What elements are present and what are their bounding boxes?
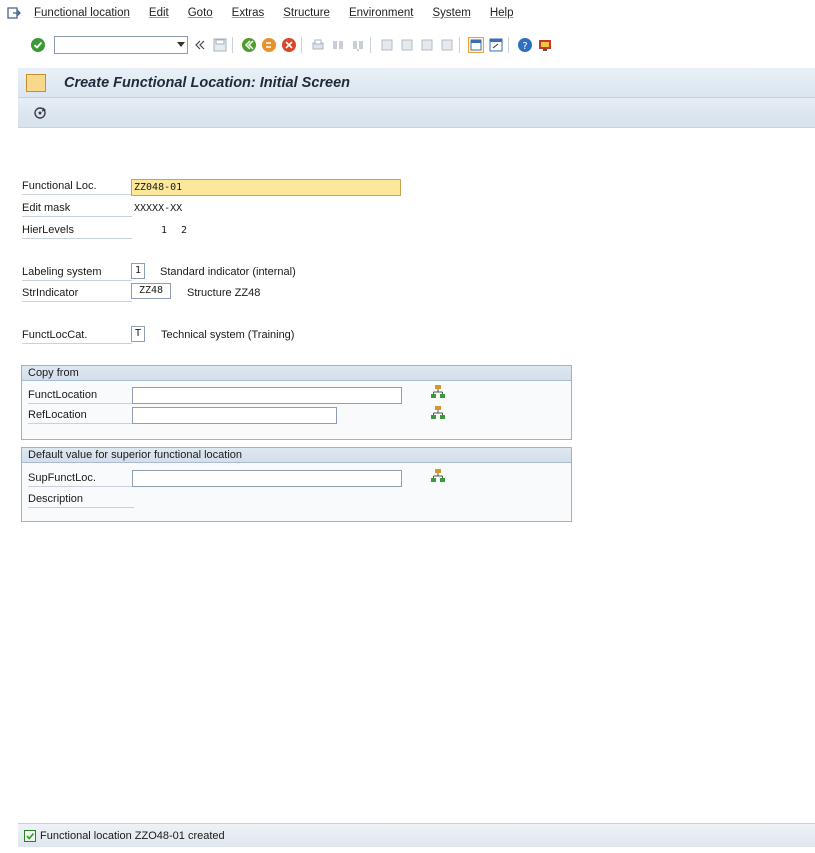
toolbar-separator [508,37,509,53]
success-check-icon [24,829,36,842]
funct-loc-cat-input[interactable]: T [131,326,145,342]
menu-edit[interactable]: Edit [149,7,169,19]
functional-loc-label: Functional Loc. [22,180,132,195]
sup-funct-loc-input[interactable] [132,470,402,487]
str-indicator-label: StrIndicator [22,287,132,302]
menu-system[interactable]: System [433,7,471,19]
copy-from-heading: Copy from [22,366,571,381]
toolbar-separator [459,37,460,53]
copy-from-group: Copy from FunctLocation RefLocation [21,365,572,440]
command-field[interactable] [54,36,188,54]
sup-funct-loc-label: SupFunctLoc. [28,472,134,487]
menu-extras[interactable]: Extras [232,7,265,19]
funct-location-input[interactable] [132,387,402,404]
str-indicator-input[interactable]: ZZ48 [131,283,171,299]
customize-layout-icon[interactable] [537,37,553,53]
labeling-system-input[interactable]: 1 [131,263,145,279]
standard-toolbar: ? [0,30,815,60]
cancel-icon[interactable] [281,37,297,53]
last-page-icon[interactable] [439,37,455,53]
enter-check-icon[interactable] [30,37,46,53]
funct-loc-cat-label: FunctLocCat. [22,329,132,344]
collapse-command-icon[interactable] [192,37,208,53]
menu-functional-location[interactable]: Functional location [34,7,130,19]
exit-icon[interactable] [261,37,277,53]
svg-text:?: ? [522,41,527,52]
description-label: Description [28,493,134,508]
funct-loc-cat-text: Technical system (Training) [161,329,295,341]
find-next-icon[interactable] [350,37,366,53]
refresh-structure-icon[interactable] [32,105,48,121]
menu-environment[interactable]: Environment [349,7,414,19]
menu-structure[interactable]: Structure [283,7,330,19]
toolbar-separator [301,37,302,53]
edit-mask-label: Edit mask [22,202,132,217]
labeling-system-text: Standard indicator (internal) [160,266,296,278]
labeling-system-label: Labeling system [22,266,132,281]
screen-title-bar: Create Functional Location: Initial Scre… [18,68,815,98]
hier-levels-label: HierLevels [22,224,132,239]
toolbar-separator [370,37,371,53]
menu-help[interactable]: Help [490,7,514,19]
menu-goto[interactable]: Goto [188,7,213,19]
edit-mask-value: XXXXX-XX [134,203,183,214]
funct-location-label: FunctLocation [28,389,134,404]
menu-layout-icon[interactable] [26,73,46,92]
print-icon[interactable] [310,37,326,53]
menu-exit-icon[interactable] [6,6,22,20]
hierarchy-icon[interactable] [430,384,446,400]
status-message[interactable]: Functional location ZZO48-01 created [40,830,225,842]
initial-screen-form: Functional Loc. ZZ048-01 Edit mask XXXXX… [18,128,815,823]
save-icon[interactable] [212,37,228,53]
toolbar-separator [232,37,233,53]
superior-location-heading: Default value for superior functional lo… [22,448,571,463]
ref-location-input[interactable] [132,407,337,424]
functional-loc-input[interactable]: ZZ048-01 [131,179,401,196]
new-session-icon[interactable] [468,37,484,53]
hier-level-1: 1 [161,225,168,236]
help-icon[interactable]: ? [517,37,533,53]
find-icon[interactable] [330,37,346,53]
command-dropdown-icon[interactable] [177,42,185,47]
hierarchy-icon[interactable] [430,405,446,421]
menu-bar: Functional location Edit Goto Extras Str… [0,0,815,26]
application-toolbar [18,98,815,128]
ref-location-label: RefLocation [28,409,134,424]
shortcut-icon[interactable] [488,37,504,53]
superior-location-group: Default value for superior functional lo… [21,447,572,522]
hierarchy-icon[interactable] [430,468,446,484]
page-title: Create Functional Location: Initial Scre… [64,74,351,91]
str-indicator-text: Structure ZZ48 [187,287,261,299]
back-icon[interactable] [241,37,257,53]
next-page-icon[interactable] [419,37,435,53]
window-left-margin [0,60,18,853]
hier-level-2: 2 [181,225,188,236]
first-page-icon[interactable] [379,37,395,53]
previous-page-icon[interactable] [399,37,415,53]
status-bar: Functional location ZZO48-01 created [18,823,815,847]
